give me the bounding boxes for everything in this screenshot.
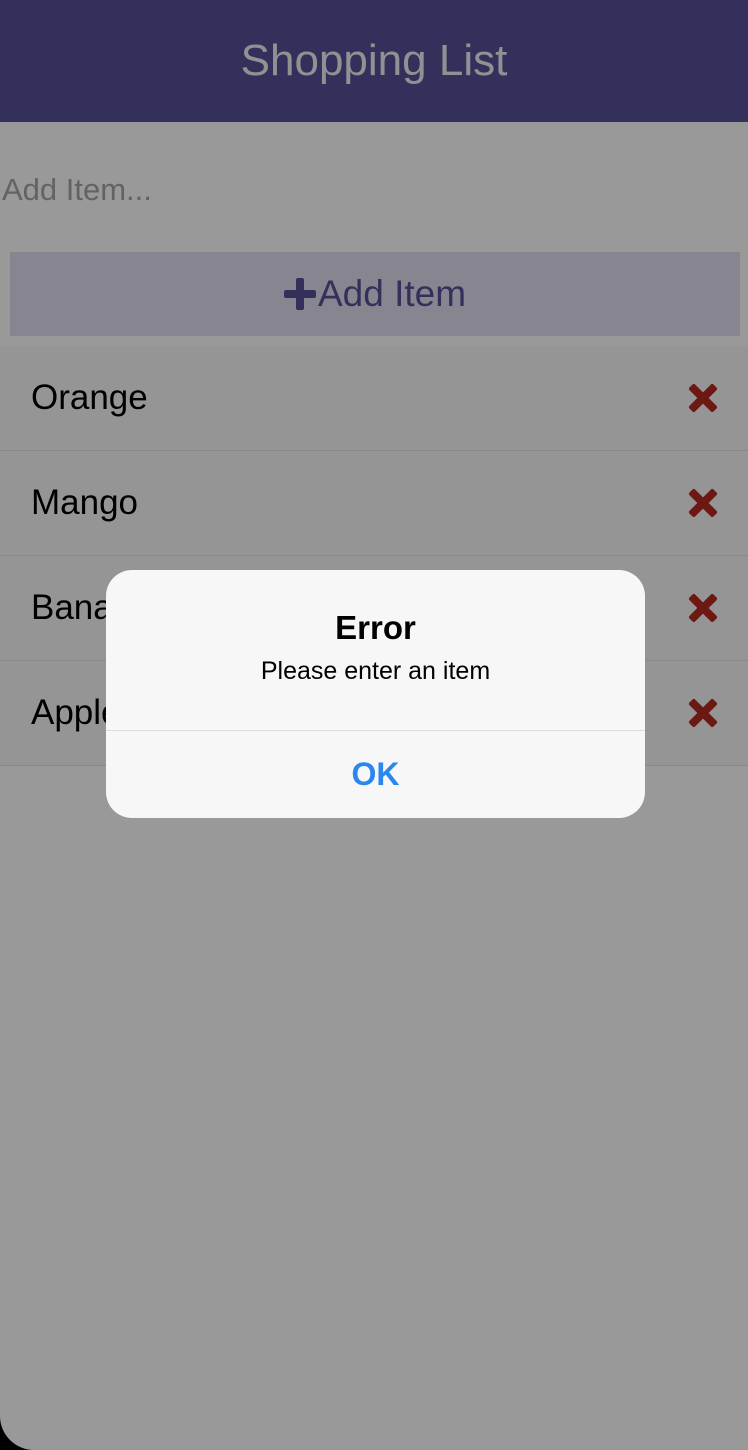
alert-title: Error — [335, 609, 416, 646]
alert-message: Please enter an item — [260, 657, 491, 685]
ok-button[interactable]: OK — [106, 731, 645, 818]
error-alert-dialog: Error Please enter an item OK — [106, 570, 645, 818]
